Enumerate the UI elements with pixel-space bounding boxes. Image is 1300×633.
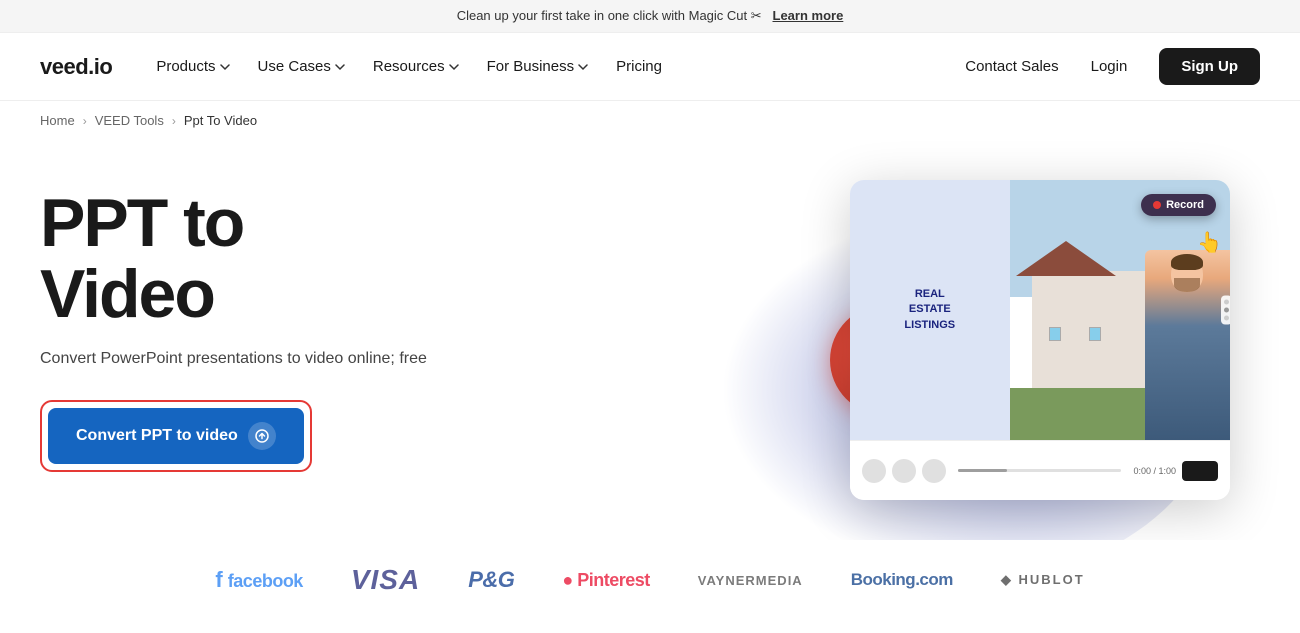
record-dot: [1153, 201, 1161, 209]
chevron-down-icon: [449, 62, 459, 72]
brands-section: f facebook VISA P&G ● Pinterest VaynerMe…: [0, 540, 1300, 628]
slide-area: REAL ESTATE LISTINGS: [850, 180, 1230, 440]
toolbar-export-btn[interactable]: [1182, 461, 1218, 481]
breadcrumb-separator-2: ›: [172, 114, 176, 128]
record-button[interactable]: Record: [1141, 194, 1216, 216]
toolbar-btn-2: [892, 459, 916, 483]
cursor-hand-icon: 👆: [1197, 230, 1222, 255]
nav-item-resources[interactable]: Resources: [361, 50, 471, 83]
slide-title: REAL ESTATE LISTINGS: [904, 287, 955, 333]
contact-sales-button[interactable]: Contact Sales: [965, 58, 1058, 75]
login-button[interactable]: Login: [1075, 50, 1144, 83]
breadcrumb: Home › VEED Tools › Ppt To Video: [0, 101, 1300, 140]
toolbar-progress: [958, 469, 1121, 472]
hero-subtitle: Convert PowerPoint presentations to vide…: [40, 350, 427, 368]
hero-section: PPT to Video Convert PowerPoint presenta…: [0, 140, 1300, 540]
breadcrumb-current: Ppt To Video: [184, 113, 257, 128]
chevron-down-icon: [220, 62, 230, 72]
slide-left: REAL ESTATE LISTINGS: [850, 180, 1010, 440]
brand-visa: VISA: [351, 564, 420, 596]
nav-item-pricing[interactable]: Pricing: [604, 50, 674, 83]
brand-facebook: f facebook: [215, 567, 302, 593]
presentation-mockup: REAL ESTATE LISTINGS: [850, 180, 1230, 500]
person-figure: [1145, 250, 1230, 440]
logo[interactable]: veed.io: [40, 54, 112, 80]
nav-links: Products Use Cases Resources For Busines…: [144, 50, 965, 83]
announcement-text: Clean up your first take in one click wi…: [457, 8, 762, 23]
upload-icon: [248, 422, 276, 450]
slide-dots: [1221, 296, 1230, 325]
toolbar-btn-3: [922, 459, 946, 483]
convert-cta-button[interactable]: Convert PPT to video: [48, 408, 304, 464]
announcement-link[interactable]: Learn more: [773, 8, 844, 23]
brand-pinterest: ● Pinterest: [562, 570, 649, 591]
announcement-bar: Clean up your first take in one click wi…: [0, 0, 1300, 33]
hero-title: PPT to Video: [40, 188, 427, 331]
breadcrumb-home[interactable]: Home: [40, 113, 75, 128]
hero-illustration: REAL ESTATE LISTINGS: [770, 150, 1250, 540]
nav-item-products[interactable]: Products: [144, 50, 241, 83]
nav-item-usecases[interactable]: Use Cases: [246, 50, 357, 83]
toolbar-time: 0:00 / 1:00: [1133, 466, 1176, 476]
brand-pg: P&G: [468, 567, 514, 593]
brand-vaynermedia: VaynerMedia: [698, 573, 803, 588]
breadcrumb-tools[interactable]: VEED Tools: [95, 113, 164, 128]
brand-booking: Booking.com: [851, 570, 953, 590]
cta-wrapper: Convert PPT to video: [40, 400, 312, 472]
nav-actions: Contact Sales Login Sign Up: [965, 48, 1260, 85]
breadcrumb-separator: ›: [83, 114, 87, 128]
chevron-down-icon: [578, 62, 588, 72]
brand-hublot: ◆ HUBLOT: [1001, 572, 1085, 588]
chevron-down-icon: [335, 62, 345, 72]
signup-button[interactable]: Sign Up: [1159, 48, 1260, 85]
mockup-toolbar: 0:00 / 1:00: [850, 440, 1230, 500]
navbar: veed.io Products Use Cases Resources For…: [0, 33, 1300, 101]
toolbar-btn-1: [862, 459, 886, 483]
hero-content: PPT to Video Convert PowerPoint presenta…: [40, 188, 427, 473]
slide-right: [1010, 180, 1230, 440]
nav-item-forbusiness[interactable]: For Business: [475, 50, 601, 83]
